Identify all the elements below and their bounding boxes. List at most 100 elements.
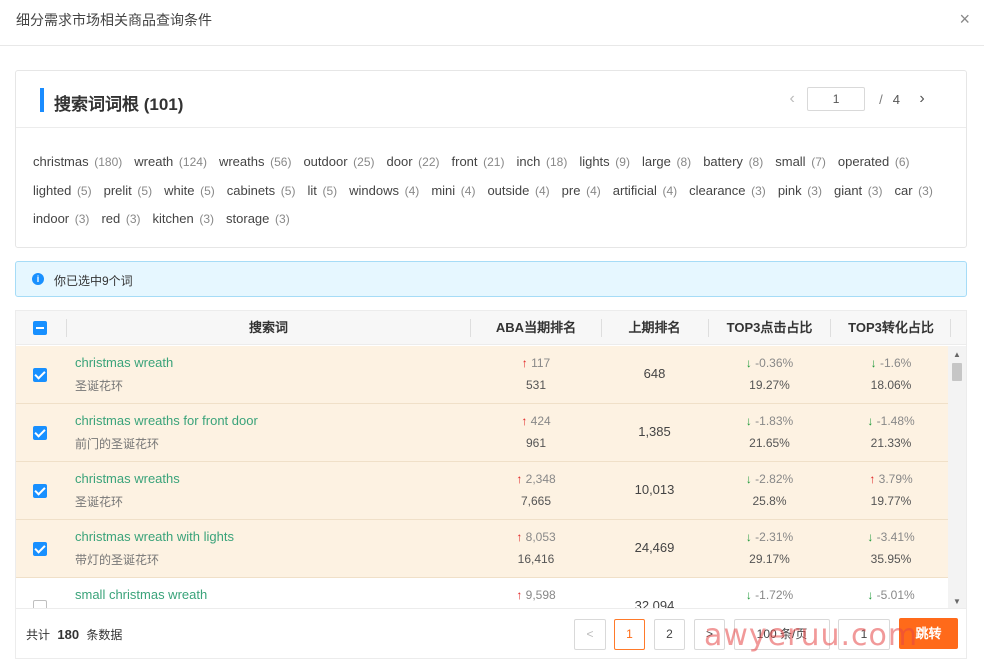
- click-share-delta: -2.31%: [755, 530, 794, 544]
- root-tag[interactable]: indoor (3): [33, 205, 89, 234]
- root-tag-word: car: [894, 182, 913, 198]
- root-words-card: 搜索词词根 (101) ‹ 1 / 4 › christmas (180) wre…: [15, 70, 967, 248]
- scroll-up-icon[interactable]: ▲: [953, 350, 961, 359]
- previous-rank: 32,094: [634, 598, 675, 609]
- root-tag[interactable]: wreath (124): [134, 148, 207, 177]
- click-share: 29.17%: [749, 552, 790, 566]
- root-tag-count: (3): [807, 183, 822, 198]
- arrow-down-icon: ↓: [867, 414, 874, 428]
- keyword-link[interactable]: christmas wreaths for front door: [75, 413, 258, 428]
- root-tag[interactable]: door (22): [387, 148, 440, 177]
- root-tag[interactable]: inch (18): [516, 148, 567, 177]
- row-checkbox[interactable]: [33, 600, 47, 608]
- root-tag-word: door: [386, 154, 413, 169]
- title-accent-bar: [40, 88, 44, 112]
- root-tag-word: battery: [703, 154, 743, 169]
- root-tag[interactable]: storage (3): [226, 205, 290, 234]
- root-tag[interactable]: pink (3): [778, 177, 822, 206]
- keyword-link[interactable]: small christmas wreath: [75, 587, 207, 602]
- root-tag[interactable]: small (7): [775, 148, 826, 177]
- keyword-translation: 前门的圣诞花环: [75, 437, 160, 451]
- row-checkbox[interactable]: [33, 542, 47, 556]
- page-size-select[interactable]: 100 条/页: [734, 619, 830, 650]
- row-checkbox[interactable]: [33, 426, 47, 440]
- root-tag[interactable]: mini (4): [431, 177, 475, 206]
- rank-delta: 8,053: [525, 530, 556, 544]
- page-button-2[interactable]: 2: [654, 619, 685, 650]
- keyword-link[interactable]: christmas wreath with lights: [75, 529, 234, 544]
- root-tag[interactable]: front (21): [452, 148, 505, 177]
- root-tag[interactable]: lights (9): [579, 148, 630, 177]
- rank-delta: 9,598: [525, 588, 556, 602]
- column-header-top3-click[interactable]: TOP3点击占比: [709, 311, 830, 345]
- root-tag[interactable]: white (5): [164, 177, 215, 206]
- root-tag[interactable]: large (8): [642, 148, 691, 177]
- column-header-keyword[interactable]: 搜索词: [67, 311, 470, 345]
- root-tag[interactable]: prelit (5): [104, 177, 152, 206]
- close-icon[interactable]: ×: [959, 10, 970, 28]
- page-button-1[interactable]: 1: [614, 619, 645, 650]
- selection-info-text: 你已选中9个词: [54, 274, 133, 288]
- click-share-delta: -2.82%: [755, 472, 794, 486]
- root-page-input[interactable]: 1: [807, 87, 866, 111]
- chevron-right-icon[interactable]: ›: [908, 90, 936, 108]
- root-tag-count: (21): [483, 155, 505, 169]
- jump-page-input[interactable]: 1: [838, 619, 890, 650]
- root-tag[interactable]: pre (4): [562, 177, 601, 206]
- vertical-scrollbar[interactable]: ▲ ▼: [948, 346, 966, 608]
- root-tag[interactable]: outdoor (25): [303, 148, 374, 177]
- root-tags: christmas (180) wreath (124) wreaths (56) o…: [33, 148, 953, 234]
- root-tag[interactable]: artificial (4): [613, 177, 677, 206]
- conversion-share-change: ↓ -5.01%: [831, 588, 951, 602]
- keyword-link[interactable]: christmas wreath: [75, 355, 173, 370]
- root-tag[interactable]: lighted (5): [33, 177, 92, 206]
- root-tag-count: (5): [280, 183, 296, 198]
- root-tag-word: storage: [226, 211, 270, 226]
- root-tag[interactable]: car (3): [894, 177, 932, 206]
- chevron-left-icon[interactable]: ‹: [777, 90, 807, 108]
- table-row[interactable]: small christmas wreath ↑ 9,598 32,094 ↓ -1.…: [16, 578, 951, 609]
- root-tag[interactable]: outside (4): [487, 177, 549, 206]
- rank-change: ↑ 424: [471, 414, 601, 428]
- root-tag-word: pre: [561, 182, 581, 198]
- keyword-translation: 圣诞花环: [75, 495, 124, 509]
- table-row[interactable]: christmas wreaths 圣诞花环 ↑ 2,348 7,665 10,013 ↓…: [16, 462, 950, 520]
- row-checkbox[interactable]: [33, 484, 47, 498]
- current-rank: 16,416: [517, 552, 555, 566]
- select-all-checkbox[interactable]: [33, 321, 47, 335]
- click-share: 19.27%: [749, 378, 790, 392]
- root-tag-count: (4): [586, 183, 601, 198]
- table-row[interactable]: christmas wreath 圣诞花环 ↑ 117 531 648 ↓ -0.36% 1…: [16, 346, 950, 404]
- root-tag[interactable]: operated (6): [838, 148, 910, 177]
- scroll-down-icon[interactable]: ▼: [953, 597, 961, 606]
- prev-page-button[interactable]: <: [574, 619, 606, 650]
- root-tag-word: white: [164, 182, 195, 198]
- root-tag[interactable]: wreaths (56): [219, 148, 292, 177]
- root-tag-word: wreaths: [218, 154, 265, 169]
- row-checkbox[interactable]: [33, 368, 47, 382]
- rank-delta: 2,348: [525, 472, 556, 486]
- root-tag[interactable]: clearance (3): [689, 177, 766, 206]
- root-tag[interactable]: cabinets (5): [227, 177, 296, 206]
- next-page-button[interactable]: >: [694, 619, 725, 650]
- table-row[interactable]: christmas wreath with lights 带灯的圣诞花环 ↑ 8,0…: [16, 520, 950, 578]
- root-tag[interactable]: red (3): [101, 205, 140, 234]
- column-header-prev-rank[interactable]: 上期排名: [602, 311, 707, 345]
- root-tag[interactable]: battery (8): [703, 148, 763, 177]
- root-tag[interactable]: windows (4): [349, 177, 419, 206]
- root-tag[interactable]: kitchen (3): [153, 205, 215, 234]
- root-tag-count: (25): [353, 155, 375, 169]
- root-tag-count: (3): [199, 212, 215, 226]
- table-row[interactable]: christmas wreaths for front door 前门的圣诞花环 ↑…: [16, 404, 950, 462]
- column-header-aba-rank[interactable]: ABA当期排名: [471, 311, 601, 345]
- scroll-thumb[interactable]: [952, 363, 962, 381]
- root-tag[interactable]: lit (5): [307, 177, 337, 206]
- column-header-top3-conversion[interactable]: TOP3转化占比: [831, 311, 951, 345]
- root-tag[interactable]: christmas (180): [33, 148, 122, 177]
- conversion-share: 35.95%: [870, 552, 912, 566]
- root-tag-count: (4): [535, 183, 550, 198]
- root-tag-word: inch: [516, 154, 541, 169]
- root-tag[interactable]: giant (3): [834, 177, 883, 206]
- jump-button[interactable]: 跳转: [899, 618, 958, 649]
- keyword-link[interactable]: christmas wreaths: [75, 471, 180, 486]
